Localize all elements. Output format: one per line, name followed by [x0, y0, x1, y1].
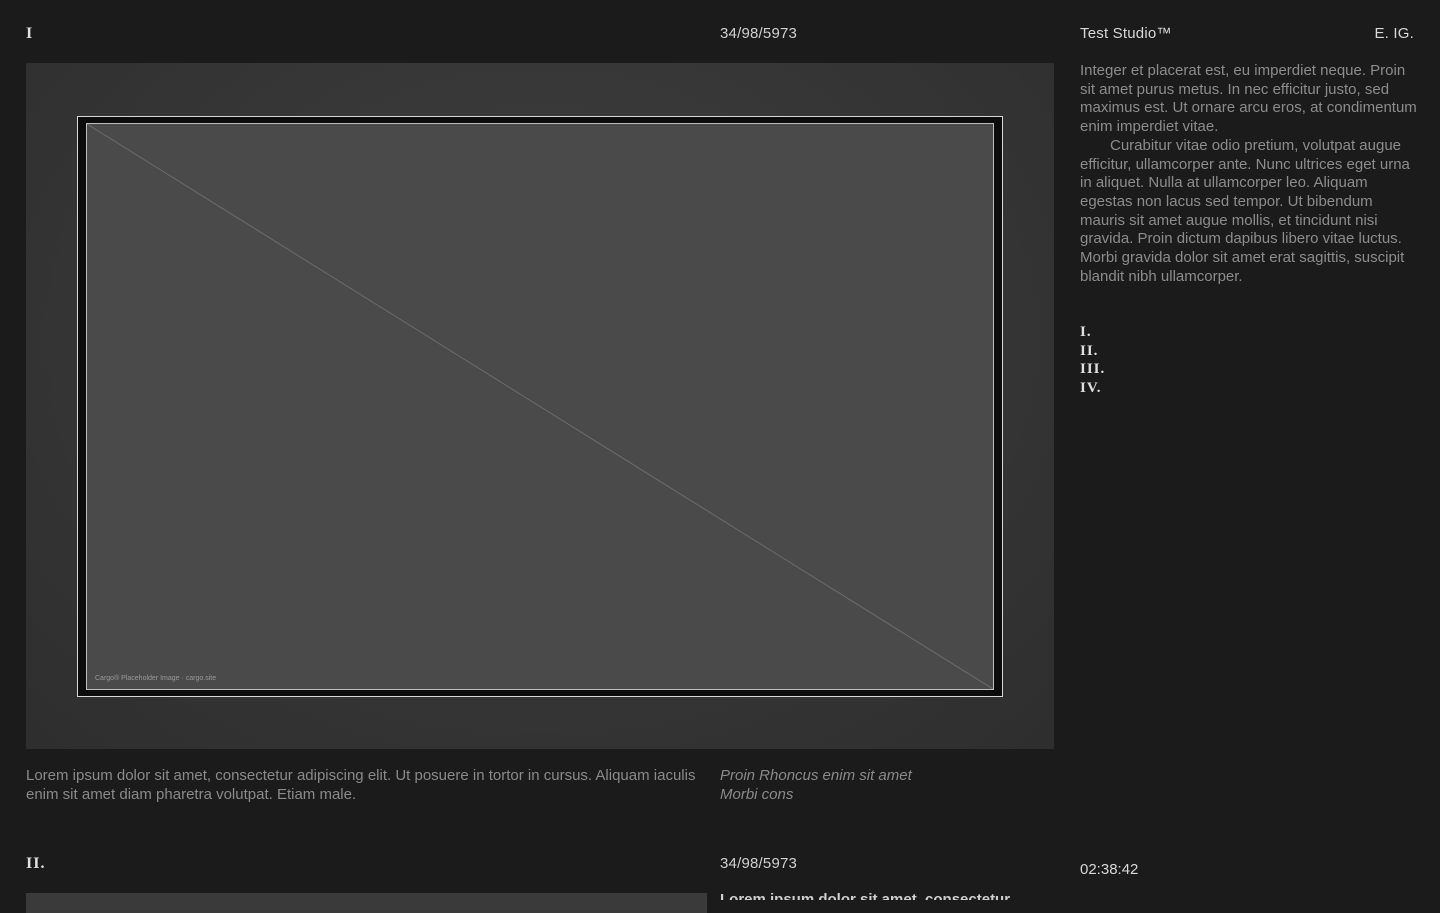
- section-2-numeral: II.: [26, 855, 46, 872]
- toc-item-3[interactable]: III.: [1080, 360, 1105, 379]
- toc-item-2[interactable]: II.: [1080, 342, 1105, 361]
- hero-image-container: Cargo® Placeholder Image · cargo.site: [26, 63, 1054, 749]
- section-numeral: I: [26, 25, 34, 42]
- section-2-image[interactable]: [26, 893, 707, 913]
- hero-frame: Cargo® Placeholder Image · cargo.site: [77, 116, 1003, 697]
- image-caption: Lorem ipsum dolor sit amet, consectetur …: [26, 767, 696, 803]
- toc-item-1[interactable]: I.: [1080, 323, 1105, 342]
- italic-line-1: Proin Rhoncus enim sit amet: [720, 767, 912, 784]
- studio-name-link[interactable]: Test Studio™: [1080, 25, 1172, 43]
- section-index: I. II. III. IV.: [1080, 323, 1105, 397]
- placeholder-label: Cargo® Placeholder Image · cargo.site: [95, 675, 217, 682]
- section-2-text: Lorem ipsum dolor sit amet, consectetur: [720, 891, 1011, 900]
- sidebar-paragraph-2: Curabitur vitae odio pretium, volutpat a…: [1080, 136, 1410, 285]
- live-clock: 02:38:42: [1080, 861, 1139, 878]
- toc-item-4[interactable]: IV.: [1080, 379, 1105, 398]
- section-2-date: 34/98/5973: [720, 855, 798, 872]
- placeholder-image[interactable]: Cargo® Placeholder Image · cargo.site: [86, 123, 994, 690]
- placeholder-diagonal: [87, 124, 993, 689]
- italic-line-2: Morbi cons: [720, 786, 794, 803]
- image-caption-italic: Proin Rhoncus enim sit amet Morbi cons: [720, 766, 1020, 804]
- sidebar-paragraph-1: Integer et placerat est, eu imperdiet ne…: [1080, 62, 1417, 136]
- sidebar-description: Integer et placerat est, eu imperdiet ne…: [1080, 62, 1420, 286]
- header-date: 34/98/5973: [720, 25, 798, 42]
- social-links[interactable]: E. IG.: [1374, 25, 1414, 43]
